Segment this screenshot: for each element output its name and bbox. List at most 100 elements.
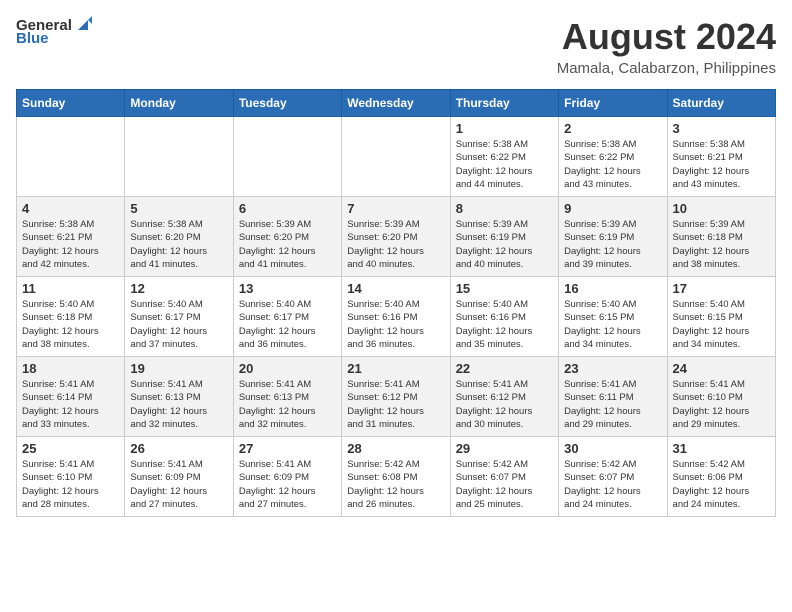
day-number: 25 — [22, 441, 119, 456]
calendar-day-cell: 10 Sunrise: 5:39 AM Sunset: 6:18 PM Dayli… — [667, 197, 775, 277]
calendar-day-cell: 6Sunrise: 5:39 AM Sunset: 6:20 PM Daylig… — [233, 197, 341, 277]
day-info: Sunrise: 5:42 AM Sunset: 6:08 PM Dayligh… — [347, 458, 444, 511]
calendar-day-cell: 27 Sunrise: 5:41 AM Sunset: 6:09 PM Dayli… — [233, 437, 341, 517]
calendar-day-cell — [233, 117, 341, 197]
calendar-week-row: 11Sunrise: 5:40 AM Sunset: 6:18 PM Dayli… — [17, 277, 776, 357]
calendar-day-cell — [125, 117, 233, 197]
weekday-header: Sunday — [17, 90, 125, 117]
day-info: Sunrise: 5:41 AM Sunset: 6:13 PM Dayligh… — [130, 378, 227, 431]
day-info: Sunrise: 5:39 AM Sunset: 6:20 PM Dayligh… — [347, 218, 444, 271]
day-info: Sunrise: 5:38 AM Sunset: 6:22 PM Dayligh… — [564, 138, 661, 191]
logo-arrow-icon — [74, 16, 92, 34]
day-info: Sunrise: 5:38 AM Sunset: 6:21 PM Dayligh… — [22, 218, 119, 271]
day-info: Sunrise: 5:41 AM Sunset: 6:10 PM Dayligh… — [673, 378, 770, 431]
day-number: 23 — [564, 361, 661, 376]
day-info: Sunrise: 5:41 AM Sunset: 6:13 PM Dayligh… — [239, 378, 336, 431]
day-number: 13 — [239, 281, 336, 296]
calendar-day-cell: 13 Sunrise: 5:40 AM Sunset: 6:17 PM Dayli… — [233, 277, 341, 357]
calendar-day-cell: 5 Sunrise: 5:38 AM Sunset: 6:20 PM Daylig… — [125, 197, 233, 277]
day-number: 4 — [22, 201, 119, 216]
day-info: Sunrise: 5:40 AM Sunset: 6:17 PM Dayligh… — [239, 298, 336, 351]
calendar-day-cell: 14Sunrise: 5:40 AM Sunset: 6:16 PM Dayli… — [342, 277, 450, 357]
calendar-week-row: 25 Sunrise: 5:41 AM Sunset: 6:10 PM Dayli… — [17, 437, 776, 517]
day-info: Sunrise: 5:41 AM Sunset: 6:09 PM Dayligh… — [239, 458, 336, 511]
calendar-week-row: 4 Sunrise: 5:38 AM Sunset: 6:21 PM Daylig… — [17, 197, 776, 277]
header: General Blue August 2024 Mamala, Calabar… — [16, 16, 776, 77]
day-info: Sunrise: 5:41 AM Sunset: 6:14 PM Dayligh… — [22, 378, 119, 431]
day-number: 24 — [673, 361, 770, 376]
weekday-header: Monday — [125, 90, 233, 117]
day-number: 28 — [347, 441, 444, 456]
day-number: 2 — [564, 121, 661, 136]
day-info: Sunrise: 5:40 AM Sunset: 6:16 PM Dayligh… — [456, 298, 553, 351]
calendar-day-cell: 4 Sunrise: 5:38 AM Sunset: 6:21 PM Daylig… — [17, 197, 125, 277]
calendar-day-cell: 9 Sunrise: 5:39 AM Sunset: 6:19 PM Daylig… — [559, 197, 667, 277]
calendar-day-cell — [17, 117, 125, 197]
day-info: Sunrise: 5:40 AM Sunset: 6:15 PM Dayligh… — [564, 298, 661, 351]
calendar-table: SundayMondayTuesdayWednesdayThursdayFrid… — [16, 89, 776, 517]
calendar-day-cell: 20Sunrise: 5:41 AM Sunset: 6:13 PM Dayli… — [233, 357, 341, 437]
day-info: Sunrise: 5:41 AM Sunset: 6:10 PM Dayligh… — [22, 458, 119, 511]
calendar-week-row: 18Sunrise: 5:41 AM Sunset: 6:14 PM Dayli… — [17, 357, 776, 437]
weekday-header: Saturday — [667, 90, 775, 117]
day-number: 17 — [673, 281, 770, 296]
day-info: Sunrise: 5:42 AM Sunset: 6:07 PM Dayligh… — [564, 458, 661, 511]
calendar-day-cell: 2 Sunrise: 5:38 AM Sunset: 6:22 PM Daylig… — [559, 117, 667, 197]
calendar-day-cell: 12 Sunrise: 5:40 AM Sunset: 6:17 PM Dayli… — [125, 277, 233, 357]
calendar-day-cell: 30Sunrise: 5:42 AM Sunset: 6:07 PM Dayli… — [559, 437, 667, 517]
day-number: 14 — [347, 281, 444, 296]
calendar-day-cell: 18Sunrise: 5:41 AM Sunset: 6:14 PM Dayli… — [17, 357, 125, 437]
calendar-day-cell: 29Sunrise: 5:42 AM Sunset: 6:07 PM Dayli… — [450, 437, 558, 517]
calendar-day-cell: 11Sunrise: 5:40 AM Sunset: 6:18 PM Dayli… — [17, 277, 125, 357]
weekday-header: Friday — [559, 90, 667, 117]
calendar-day-cell: 24 Sunrise: 5:41 AM Sunset: 6:10 PM Dayli… — [667, 357, 775, 437]
weekday-header: Wednesday — [342, 90, 450, 117]
day-number: 6 — [239, 201, 336, 216]
calendar-day-cell: 15Sunrise: 5:40 AM Sunset: 6:16 PM Dayli… — [450, 277, 558, 357]
day-number: 27 — [239, 441, 336, 456]
weekday-header: Tuesday — [233, 90, 341, 117]
day-info: Sunrise: 5:40 AM Sunset: 6:17 PM Dayligh… — [130, 298, 227, 351]
calendar-day-cell: 8 Sunrise: 5:39 AM Sunset: 6:19 PM Daylig… — [450, 197, 558, 277]
calendar-day-cell: 26Sunrise: 5:41 AM Sunset: 6:09 PM Dayli… — [125, 437, 233, 517]
logo-text-blue: Blue — [16, 30, 49, 47]
calendar-day-cell: 21 Sunrise: 5:41 AM Sunset: 6:12 PM Dayli… — [342, 357, 450, 437]
logo: General Blue — [16, 16, 92, 47]
day-number: 5 — [130, 201, 227, 216]
calendar-day-cell: 3 Sunrise: 5:38 AM Sunset: 6:21 PM Daylig… — [667, 117, 775, 197]
day-info: Sunrise: 5:42 AM Sunset: 6:07 PM Dayligh… — [456, 458, 553, 511]
location-title: Mamala, Calabarzon, Philippines — [557, 60, 776, 77]
month-title: August 2024 — [557, 16, 776, 58]
calendar-day-cell: 1 Sunrise: 5:38 AM Sunset: 6:22 PM Daylig… — [450, 117, 558, 197]
day-number: 8 — [456, 201, 553, 216]
day-info: Sunrise: 5:42 AM Sunset: 6:06 PM Dayligh… — [673, 458, 770, 511]
day-number: 21 — [347, 361, 444, 376]
day-info: Sunrise: 5:41 AM Sunset: 6:09 PM Dayligh… — [130, 458, 227, 511]
calendar-header: SundayMondayTuesdayWednesdayThursdayFrid… — [17, 90, 776, 117]
day-info: Sunrise: 5:41 AM Sunset: 6:11 PM Dayligh… — [564, 378, 661, 431]
day-info: Sunrise: 5:41 AM Sunset: 6:12 PM Dayligh… — [456, 378, 553, 431]
day-info: Sunrise: 5:39 AM Sunset: 6:18 PM Dayligh… — [673, 218, 770, 271]
day-info: Sunrise: 5:38 AM Sunset: 6:22 PM Dayligh… — [456, 138, 553, 191]
calendar-day-cell — [342, 117, 450, 197]
day-info: Sunrise: 5:41 AM Sunset: 6:12 PM Dayligh… — [347, 378, 444, 431]
calendar-day-cell: 31 Sunrise: 5:42 AM Sunset: 6:06 PM Dayli… — [667, 437, 775, 517]
day-info: Sunrise: 5:40 AM Sunset: 6:15 PM Dayligh… — [673, 298, 770, 351]
day-number: 3 — [673, 121, 770, 136]
day-number: 1 — [456, 121, 553, 136]
day-info: Sunrise: 5:38 AM Sunset: 6:21 PM Dayligh… — [673, 138, 770, 191]
title-area: August 2024 Mamala, Calabarzon, Philippi… — [557, 16, 776, 77]
day-number: 9 — [564, 201, 661, 216]
day-number: 22 — [456, 361, 553, 376]
day-number: 19 — [130, 361, 227, 376]
day-number: 12 — [130, 281, 227, 296]
day-info: Sunrise: 5:39 AM Sunset: 6:19 PM Dayligh… — [564, 218, 661, 271]
calendar-body: 1 Sunrise: 5:38 AM Sunset: 6:22 PM Daylig… — [17, 117, 776, 517]
day-info: Sunrise: 5:39 AM Sunset: 6:19 PM Dayligh… — [456, 218, 553, 271]
day-number: 31 — [673, 441, 770, 456]
day-info: Sunrise: 5:38 AM Sunset: 6:20 PM Dayligh… — [130, 218, 227, 271]
calendar-day-cell: 23 Sunrise: 5:41 AM Sunset: 6:11 PM Dayli… — [559, 357, 667, 437]
calendar-day-cell: 16Sunrise: 5:40 AM Sunset: 6:15 PM Dayli… — [559, 277, 667, 357]
day-number: 10 — [673, 201, 770, 216]
calendar-week-row: 1 Sunrise: 5:38 AM Sunset: 6:22 PM Daylig… — [17, 117, 776, 197]
